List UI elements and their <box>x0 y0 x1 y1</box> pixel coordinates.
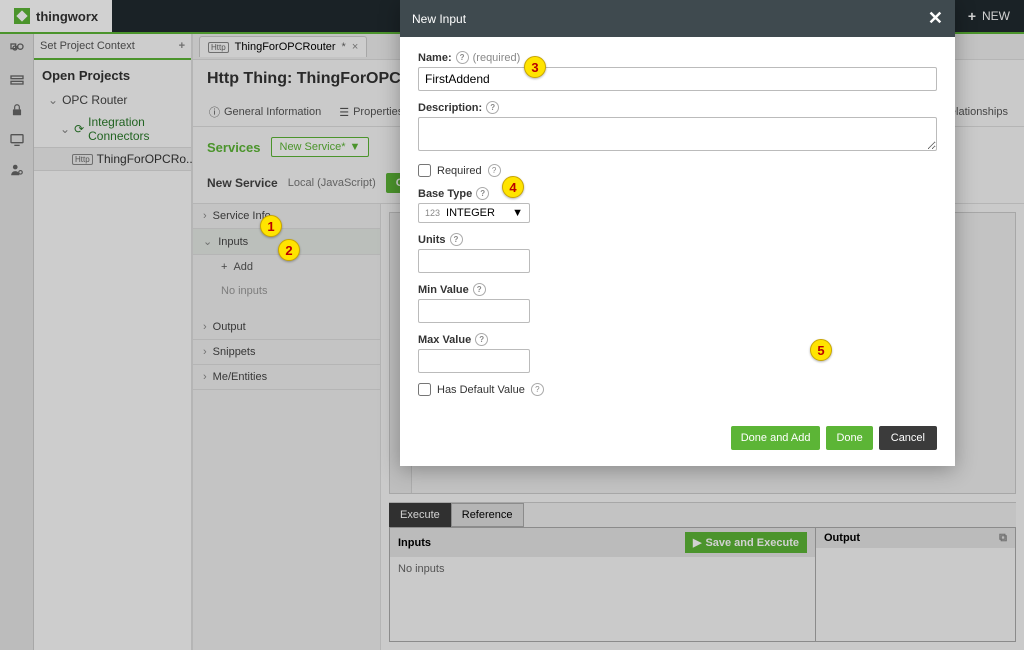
help-icon[interactable] <box>450 233 463 246</box>
help-icon[interactable] <box>488 164 501 177</box>
has-default-checkbox[interactable] <box>418 383 431 396</box>
modal-footer: Done and Add Done Cancel <box>400 418 955 466</box>
required-checkbox[interactable] <box>418 164 431 177</box>
close-icon[interactable]: ✕ <box>928 8 943 29</box>
field-name: Name: (required) <box>418 51 937 91</box>
done-and-add-button[interactable]: Done and Add <box>731 426 821 450</box>
min-value-input[interactable] <box>418 299 530 323</box>
max-value-input[interactable] <box>418 349 530 373</box>
field-required: Required <box>418 164 937 177</box>
field-units: Units <box>418 233 937 273</box>
field-has-default: Has Default Value <box>418 383 937 396</box>
cancel-button[interactable]: Cancel <box>879 426 937 450</box>
description-input[interactable] <box>418 117 937 151</box>
help-icon[interactable] <box>473 283 486 296</box>
caret-down-icon: ▼ <box>512 207 523 219</box>
help-icon[interactable] <box>486 101 499 114</box>
units-input[interactable] <box>418 249 530 273</box>
help-icon[interactable] <box>531 383 544 396</box>
field-min-value: Min Value <box>418 283 937 323</box>
annotation-4: 4 <box>502 176 524 198</box>
annotation-1: 1 <box>260 215 282 237</box>
name-input[interactable] <box>418 67 937 91</box>
annotation-5: 5 <box>810 339 832 361</box>
base-type-select[interactable]: 123 INTEGER ▼ <box>418 203 530 223</box>
field-base-type: Base Type 123 INTEGER ▼ <box>418 187 937 223</box>
new-input-modal: New Input ✕ Name: (required) Description… <box>400 0 955 466</box>
modal-header: New Input ✕ <box>400 0 955 37</box>
modal-title: New Input <box>412 12 466 26</box>
integer-type-icon: 123 <box>425 208 440 218</box>
help-icon[interactable] <box>456 51 469 64</box>
annotation-2: 2 <box>278 239 300 261</box>
field-max-value: Max Value <box>418 333 937 373</box>
help-icon[interactable] <box>475 333 488 346</box>
field-description: Description: <box>418 101 937 154</box>
done-button[interactable]: Done <box>826 426 872 450</box>
help-icon[interactable] <box>476 187 489 200</box>
annotation-3: 3 <box>524 56 546 78</box>
